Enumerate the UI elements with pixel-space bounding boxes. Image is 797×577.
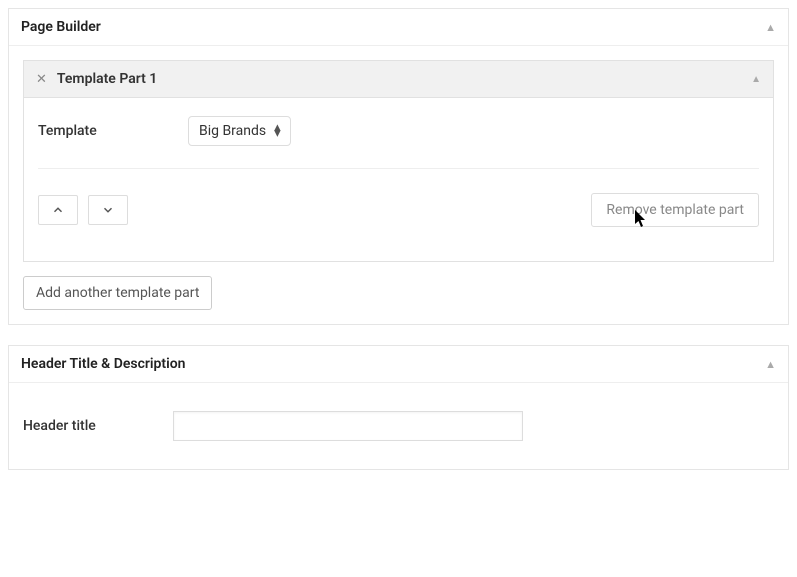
- header-title-input[interactable]: [173, 411, 523, 441]
- template-part-item: ✕ Template Part 1 ▲ Template Big Brands …: [23, 60, 774, 262]
- collapse-icon[interactable]: ▲: [765, 21, 776, 34]
- header-title-section-title: Header Title & Description: [21, 356, 186, 372]
- page-builder-title: Page Builder: [21, 19, 101, 35]
- header-title-body: Header title: [9, 383, 788, 469]
- template-part-header-left: ✕ Template Part 1: [36, 71, 157, 87]
- collapse-icon[interactable]: ▲: [765, 358, 776, 371]
- remove-template-part-button[interactable]: Remove template part: [591, 193, 759, 227]
- move-down-button[interactable]: [88, 195, 128, 225]
- page-builder-body: ✕ Template Part 1 ▲ Template Big Brands …: [9, 46, 788, 324]
- page-builder-header[interactable]: Page Builder ▲: [9, 9, 788, 46]
- template-part-body: Template Big Brands ▴▾: [24, 98, 773, 261]
- template-part-footer: Remove template part: [38, 183, 759, 247]
- template-select[interactable]: Big Brands ▴▾: [188, 116, 291, 146]
- header-title-metabox: Header Title & Description ▲ Header titl…: [8, 345, 789, 470]
- move-up-button[interactable]: [38, 195, 78, 225]
- select-caret-icon: ▴▾: [274, 125, 280, 138]
- template-part-title: Template Part 1: [57, 71, 157, 87]
- page-builder-metabox: Page Builder ▲ ✕ Template Part 1 ▲ Templ…: [8, 8, 789, 325]
- header-title-header[interactable]: Header Title & Description ▲: [9, 346, 788, 383]
- add-template-part-button[interactable]: Add another template part: [23, 276, 212, 310]
- template-select-value: Big Brands: [199, 123, 266, 139]
- template-part-header[interactable]: ✕ Template Part 1 ▲: [24, 61, 773, 98]
- chevron-down-icon: [101, 203, 115, 217]
- template-label: Template: [38, 123, 188, 139]
- header-title-row: Header title: [23, 397, 774, 455]
- template-field-row: Template Big Brands ▴▾: [38, 116, 759, 164]
- divider: [38, 168, 759, 169]
- header-title-label: Header title: [23, 418, 173, 434]
- close-icon[interactable]: ✕: [36, 73, 47, 86]
- chevron-up-icon: [51, 203, 65, 217]
- collapse-icon[interactable]: ▲: [751, 74, 761, 85]
- reorder-buttons: [38, 195, 128, 225]
